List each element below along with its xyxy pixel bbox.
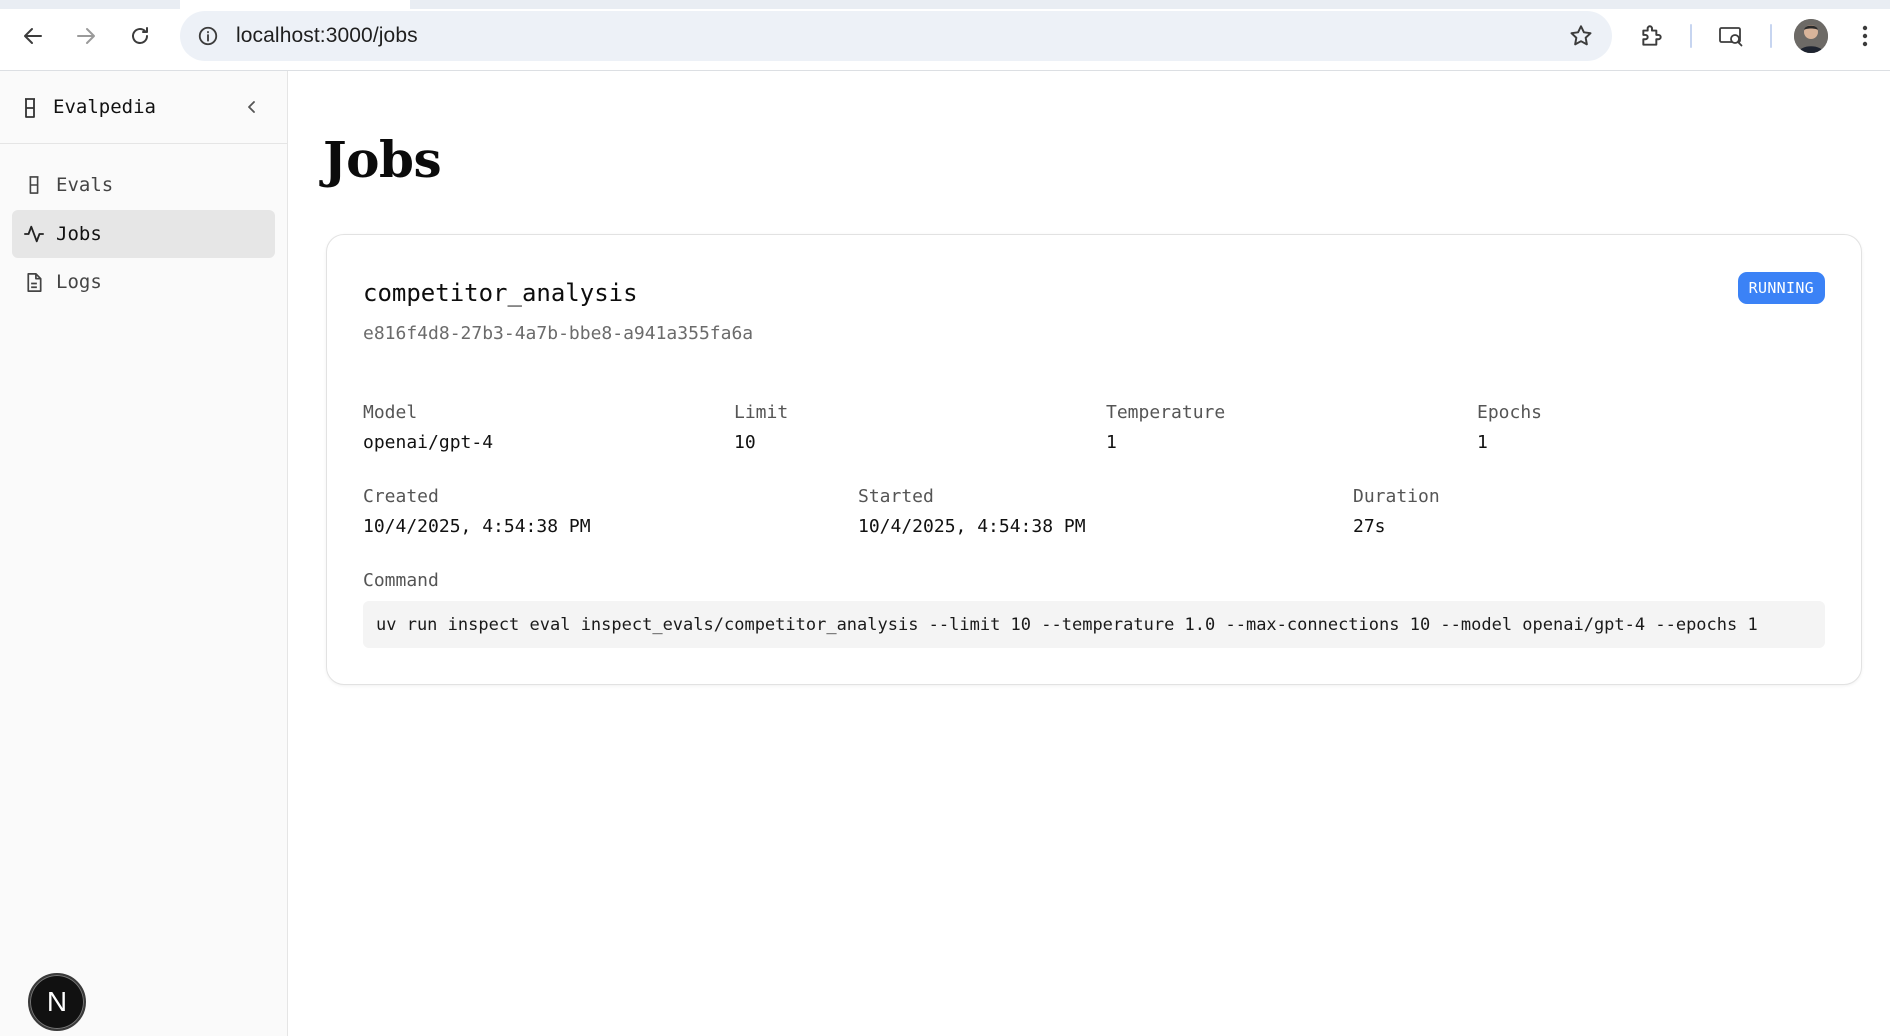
sidebar-header: Evalpedia — [0, 71, 287, 144]
created-value: 10/4/2025, 4:54:38 PM — [363, 516, 591, 537]
toolbar-separator — [1690, 24, 1692, 48]
limit-label: Limit — [734, 402, 789, 423]
puzzle-icon — [1642, 25, 1662, 46]
forward-arrow-icon — [77, 28, 95, 44]
epochs-value: 1 — [1477, 432, 1488, 453]
job-card[interactable]: competitor_analysis e816f4d8-27b3-4a7b-b… — [326, 234, 1862, 685]
document-icon — [23, 271, 45, 293]
epochs-label: Epochs — [1477, 402, 1543, 423]
toolbar-separator — [1770, 24, 1772, 48]
tab-strip — [0, 0, 1890, 9]
sidebar: Evalpedia Evals Jobs Logs N — [0, 71, 288, 1036]
flask-icon — [25, 98, 35, 118]
duration-label: Duration — [1353, 486, 1440, 507]
job-id: e816f4d8-27b3-4a7b-bbe8-a941a355fa6a — [363, 323, 754, 344]
flask-icon — [23, 174, 45, 196]
forward-button[interactable] — [66, 16, 106, 56]
chevron-left-icon[interactable] — [240, 95, 264, 119]
info-icon — [198, 26, 218, 46]
sidebar-item-label: Jobs — [56, 223, 102, 245]
activity-icon — [23, 223, 45, 245]
sidebar-item-label: Logs — [56, 271, 102, 293]
media-search-button[interactable] — [1712, 16, 1752, 56]
model-value: openai/gpt-4 — [363, 432, 494, 453]
sidebar-item-label: Evals — [56, 174, 114, 196]
site-info-button[interactable] — [190, 18, 226, 54]
back-button[interactable] — [13, 16, 53, 56]
sidebar-item-logs[interactable]: Logs — [12, 258, 275, 306]
profile-picture — [1794, 19, 1828, 53]
reload-icon — [132, 27, 148, 44]
address-bar[interactable]: localhost:3000/jobs — [180, 11, 1612, 61]
job-name: competitor_analysis — [363, 279, 638, 307]
sidebar-item-evals[interactable]: Evals — [12, 161, 275, 209]
page-title: Jobs — [323, 130, 442, 189]
started-value: 10/4/2025, 4:54:38 PM — [858, 516, 1086, 537]
star-icon[interactable] — [1568, 23, 1594, 49]
command-label: Command — [363, 570, 439, 591]
status-badge: RUNNING — [1737, 272, 1825, 304]
limit-value: 10 — [734, 432, 756, 453]
created-label: Created — [363, 486, 439, 507]
back-arrow-icon — [24, 28, 42, 44]
active-tab[interactable] — [180, 0, 410, 9]
media-search-icon — [1719, 27, 1743, 47]
started-label: Started — [858, 486, 934, 507]
sidebar-item-jobs[interactable]: Jobs — [12, 210, 275, 258]
model-label: Model — [363, 402, 418, 423]
temperature-label: Temperature — [1106, 402, 1226, 423]
app-title: Evalpedia — [53, 96, 156, 118]
browser-toolbar: localhost:3000/jobs — [0, 0, 1890, 71]
reload-button[interactable] — [120, 16, 160, 56]
command-block[interactable]: uv run inspect eval inspect_evals/compet… — [363, 601, 1825, 648]
dev-tools-badge[interactable]: N — [28, 973, 86, 1031]
duration-value: 27s — [1353, 516, 1386, 537]
url-text[interactable]: localhost:3000/jobs — [236, 24, 418, 48]
extensions-button[interactable] — [1632, 16, 1672, 56]
browser-menu-button[interactable] — [1850, 16, 1880, 56]
avatar[interactable] — [1794, 19, 1828, 53]
kebab-menu-icon — [1862, 25, 1868, 47]
temperature-value: 1 — [1106, 432, 1117, 453]
